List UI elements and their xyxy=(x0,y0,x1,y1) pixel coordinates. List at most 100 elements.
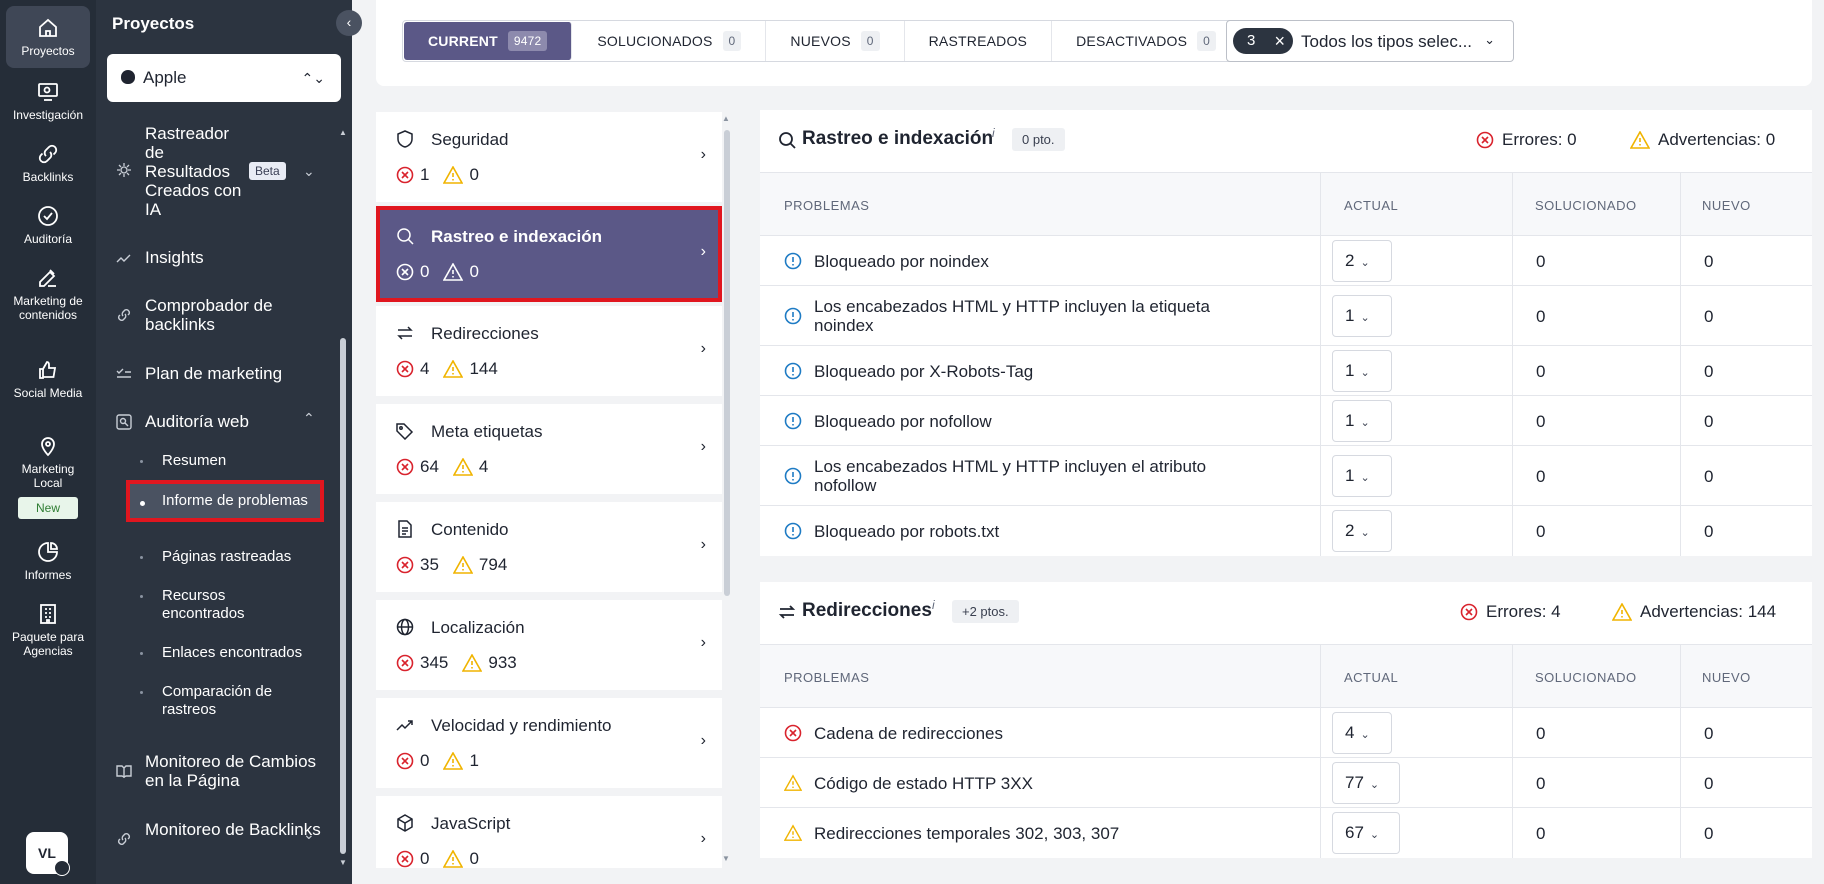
tab-nuevos[interactable]: NUEVOS 0 xyxy=(766,21,905,61)
list-scroll-up[interactable]: ▲ xyxy=(722,114,730,123)
scroll-up-arrow[interactable]: ▲ xyxy=(338,128,348,137)
close-icon[interactable]: × xyxy=(1274,28,1285,54)
chevron-left-icon: ‹ xyxy=(346,14,352,30)
scroll-down-arrow[interactable]: ▼ xyxy=(338,858,348,867)
tab-desactivados[interactable]: DESACTIVADOS 0 xyxy=(1052,21,1240,61)
table-row[interactable]: Cadena de redirecciones 4 ⌄ 0 0 xyxy=(760,708,1812,758)
col-new[interactable]: NUEVO xyxy=(1702,198,1751,213)
rail-item-investigacion[interactable]: Investigación xyxy=(6,80,90,122)
subitem-issues-report[interactable]: Informe de problemas xyxy=(126,480,324,522)
subitem-crawl-comparison[interactable]: Comparación de rastreos xyxy=(140,683,320,719)
chevron-down-icon[interactable]: ⌄ xyxy=(303,163,315,180)
category-rastreo-indexacion[interactable]: Rastreo e indexación 0 0 › xyxy=(376,206,722,302)
col-new[interactable]: NUEVO xyxy=(1702,670,1751,685)
category-seguridad[interactable]: Seguridad 1 0 › xyxy=(376,112,722,202)
sidebar-item-insights[interactable]: Insights xyxy=(116,248,326,267)
current-dropdown[interactable]: 67 ⌄ xyxy=(1332,812,1400,854)
tab-rastreados[interactable]: RASTREADOS xyxy=(905,21,1053,61)
problem-text[interactable]: Cadena de redirecciones xyxy=(814,724,1244,743)
info-circle-icon xyxy=(784,467,802,485)
sidebar-item-ai-tracker[interactable]: Rastreador de Resultados Creados con IA xyxy=(116,124,326,219)
problem-text[interactable]: Redirecciones temporales 302, 303, 307 xyxy=(814,824,1244,843)
chevron-down-icon: ⌄ xyxy=(1360,527,1370,539)
sidebar-item-backlink-monitor[interactable]: Monitoreo de Backlinks xyxy=(116,820,326,845)
rail-item-backlinks[interactable]: Backlinks xyxy=(6,142,90,184)
info-icon[interactable]: i xyxy=(932,598,935,612)
problem-text[interactable]: Código de estado HTTP 3XX xyxy=(814,774,1244,793)
rail-item-proyectos[interactable]: Proyectos xyxy=(6,6,90,68)
table-row[interactable]: Bloqueado por nofollow 1 ⌄ 0 0 xyxy=(760,396,1812,446)
col-current[interactable]: ACTUAL xyxy=(1344,198,1398,213)
table-row[interactable]: Los encabezados HTML y HTTP incluyen la … xyxy=(760,286,1812,346)
warnings-label: Advertencias: 144 xyxy=(1640,602,1777,621)
problem-text[interactable]: Los encabezados HTML y HTTP incluyen el … xyxy=(814,457,1244,495)
category-javascript[interactable]: JavaScript 0 0 › xyxy=(376,796,722,868)
current-dropdown[interactable]: 1 ⌄ xyxy=(1332,295,1392,337)
problem-text[interactable]: Bloqueado por noindex xyxy=(814,252,1244,271)
problem-text[interactable]: Los encabezados HTML y HTTP incluyen la … xyxy=(814,297,1244,335)
sidebar-item-web-audit[interactable]: Auditoría web xyxy=(116,412,326,431)
col-solved[interactable]: SOLUCIONADO xyxy=(1535,198,1637,213)
info-icon[interactable]: i xyxy=(992,126,995,140)
list-scroll-down[interactable]: ▼ xyxy=(722,854,730,863)
selected-types-chip[interactable]: 3 × xyxy=(1233,28,1293,54)
col-solved[interactable]: SOLUCIONADO xyxy=(1535,670,1637,685)
chevron-right-icon: › xyxy=(700,340,706,357)
errors-label: Errores: 4 xyxy=(1486,602,1561,621)
problem-text[interactable]: Bloqueado por nofollow xyxy=(814,412,1244,431)
rail-item-paquete-agencias[interactable]: Paquete para Agencias xyxy=(6,602,90,658)
table-row[interactable]: Redirecciones temporales 302, 303, 307 6… xyxy=(760,808,1812,858)
rail-item-auditoria[interactable]: Auditoría xyxy=(6,204,90,246)
sidebar-scrollbar[interactable] xyxy=(340,338,346,854)
new-value: 0 xyxy=(1704,824,1714,843)
subitem-links-found[interactable]: Enlaces encontrados xyxy=(140,644,320,662)
current-dropdown[interactable]: 1 ⌄ xyxy=(1332,455,1392,497)
table-row[interactable]: Los encabezados HTML y HTTP incluyen el … xyxy=(760,446,1812,506)
rail-item-marketing-local[interactable]: Marketing Local xyxy=(6,434,90,490)
current-dropdown[interactable]: 2 ⌄ xyxy=(1332,510,1392,552)
rail-item-informes[interactable]: Informes xyxy=(6,540,90,582)
rail-item-social-media[interactable]: Social Media xyxy=(6,358,90,400)
subitem-crawled-pages[interactable]: Páginas rastreadas xyxy=(140,548,320,566)
category-velocidad[interactable]: Velocidad y rendimiento 0 1 › xyxy=(376,698,722,788)
current-dropdown[interactable]: 4 ⌄ xyxy=(1332,712,1392,754)
problem-text[interactable]: Bloqueado por X-Robots-Tag xyxy=(814,362,1244,381)
current-value: 77 xyxy=(1345,773,1364,792)
subitem-resources-found[interactable]: Recursos encontrados xyxy=(140,587,320,623)
category-list-scrollbar[interactable] xyxy=(724,130,730,596)
subitem-label: Informe de problemas xyxy=(162,492,308,509)
sidebar-item-backlink-checker[interactable]: Comprobador de backlinks xyxy=(116,296,326,334)
current-dropdown[interactable]: 77 ⌄ xyxy=(1332,762,1400,804)
category-redirecciones[interactable]: Redirecciones 4 144 › xyxy=(376,306,722,396)
subitem-summary[interactable]: Resumen xyxy=(140,452,320,470)
table-row[interactable]: Bloqueado por X-Robots-Tag 1 ⌄ 0 0 xyxy=(760,346,1812,396)
table-row[interactable]: Bloqueado por noindex 2 ⌄ 0 0 xyxy=(760,236,1812,286)
issue-type-select[interactable]: 3 × Todos los tipos selec... ⌄ xyxy=(1226,20,1514,62)
chevron-down-icon[interactable]: ⌄ xyxy=(303,826,315,843)
tab-label: CURRENT xyxy=(428,33,498,49)
gear-icon[interactable] xyxy=(54,860,70,876)
category-meta-etiquetas[interactable]: Meta etiquetas 64 4 › xyxy=(376,404,722,494)
category-localizacion[interactable]: Localización 345 933 › xyxy=(376,600,722,690)
project-select[interactable]: Apple ⌃⌄ xyxy=(107,54,341,102)
table-row[interactable]: Bloqueado por robots.txt 2 ⌄ 0 0 xyxy=(760,506,1812,556)
category-name: Seguridad xyxy=(431,130,509,149)
collapse-sidebar-button[interactable]: ‹ xyxy=(336,10,362,36)
category-contenido[interactable]: Contenido 35 794 › xyxy=(376,502,722,592)
table-row[interactable]: Código de estado HTTP 3XX 77 ⌄ 0 0 xyxy=(760,758,1812,808)
col-current[interactable]: ACTUAL xyxy=(1344,670,1398,685)
problem-text[interactable]: Bloqueado por robots.txt xyxy=(814,522,1244,541)
error-icon xyxy=(784,724,802,742)
chevron-up-icon[interactable]: ⌃ xyxy=(303,410,315,427)
warning-count: 144 xyxy=(469,359,498,378)
error-icon xyxy=(396,166,414,184)
tab-current[interactable]: CURRENT 9472 xyxy=(404,22,573,60)
sidebar-item-page-changes[interactable]: Monitoreo de Cambios en la Página xyxy=(116,752,326,790)
sidebar-item-marketing-plan[interactable]: Plan de marketing xyxy=(116,364,326,383)
current-dropdown[interactable]: 2 ⌄ xyxy=(1332,240,1392,282)
link-icon xyxy=(118,309,130,321)
current-dropdown[interactable]: 1 ⌄ xyxy=(1332,400,1392,442)
tab-solucionados[interactable]: SOLUCIONADOS 0 xyxy=(573,21,767,61)
current-dropdown[interactable]: 1 ⌄ xyxy=(1332,350,1392,392)
rail-item-marketing-contenidos[interactable]: Marketing de contenidos xyxy=(6,266,90,322)
